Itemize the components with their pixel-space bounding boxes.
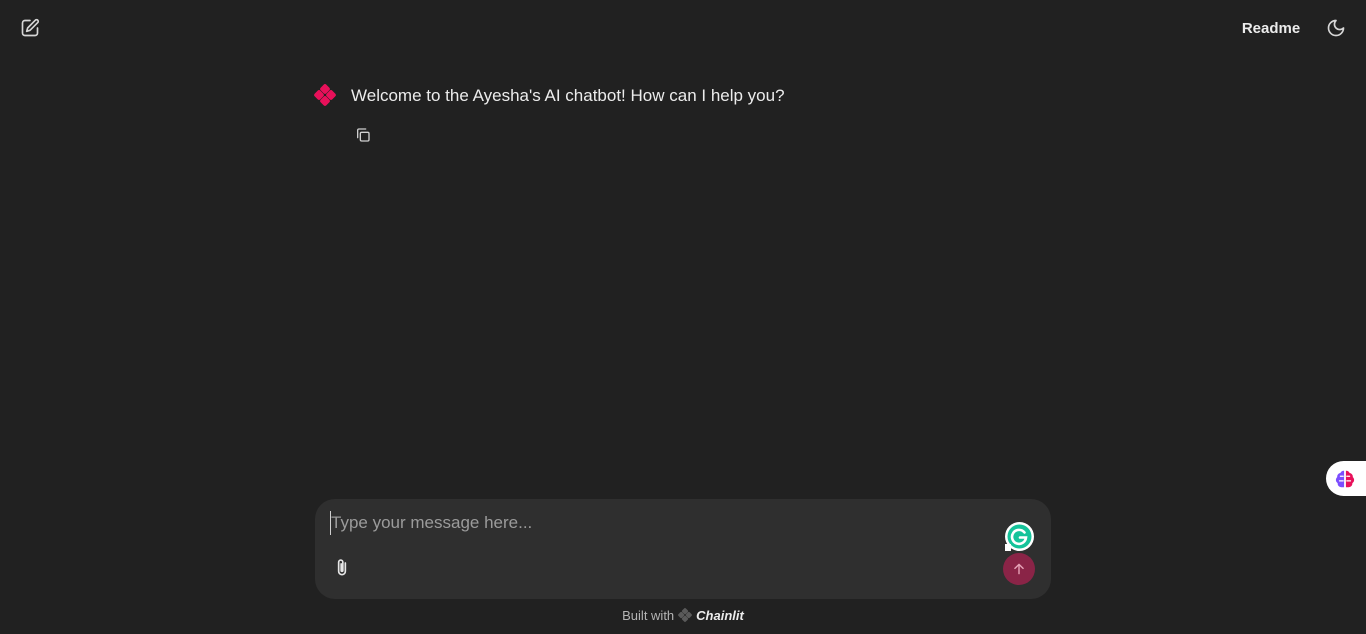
new-chat-button[interactable] (14, 12, 46, 44)
chainlit-brand-link[interactable]: Chainlit (696, 608, 744, 623)
moon-icon (1327, 19, 1345, 37)
edit-pencil-icon (21, 18, 40, 37)
message-input[interactable] (330, 511, 991, 535)
message-composer (315, 499, 1051, 599)
grammarly-button[interactable] (1004, 521, 1035, 552)
chainlit-logo-icon (314, 84, 336, 106)
send-button[interactable] (1003, 553, 1035, 585)
grammarly-icon (1005, 522, 1034, 551)
chainlit-small-logo-icon (678, 608, 693, 622)
theme-toggle-button[interactable] (1320, 12, 1352, 44)
built-with-text: Built with (622, 607, 675, 623)
attach-file-button[interactable] (330, 555, 354, 581)
brain-icon (1335, 470, 1355, 487)
copy-icon (357, 128, 370, 142)
copy-button[interactable] (352, 124, 374, 146)
readme-button[interactable]: Readme (1232, 14, 1310, 42)
assistant-avatar (314, 84, 336, 106)
chat-app: Readme Welcome to the Ayesha's AI chatbo… (0, 0, 1366, 634)
arrow-up-icon (1014, 563, 1024, 575)
paperclip-icon (337, 559, 347, 576)
side-extension-widget[interactable] (1326, 461, 1366, 496)
message-text: Welcome to the Ayesha's AI chatbot! How … (351, 86, 785, 105)
built-with-footer: Built with Chainlit (0, 606, 1366, 624)
